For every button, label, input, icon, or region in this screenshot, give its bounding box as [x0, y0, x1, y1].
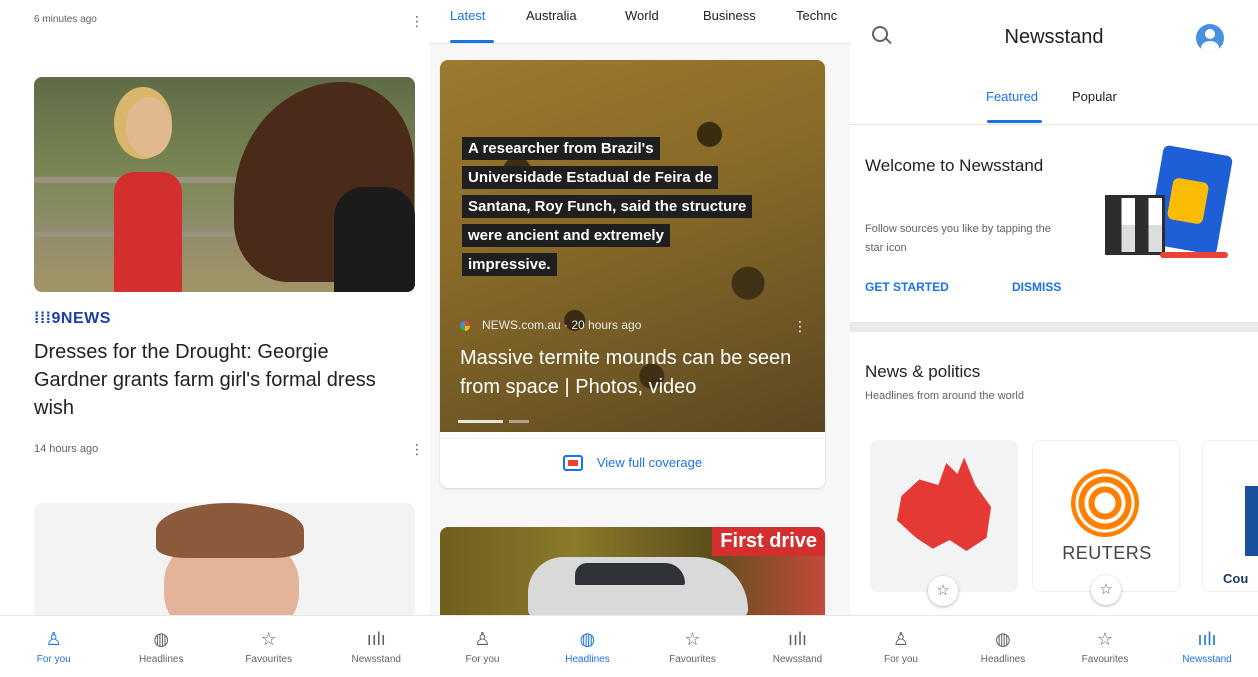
- girl-dress-shape: [114, 172, 182, 292]
- avatar[interactable]: [1196, 24, 1224, 52]
- newsstand-icon: ıılı: [787, 629, 807, 649]
- section-separator: [850, 322, 1258, 332]
- nav-newsstand[interactable]: ıılı Newsstand: [1162, 628, 1252, 665]
- progress-segment: [458, 420, 503, 423]
- nav-favourites[interactable]: ☆ Favourites: [224, 628, 314, 665]
- thumbs-up-illustration: [1166, 177, 1210, 225]
- progress-segment: [509, 420, 529, 423]
- timestamp: 6 minutes ago: [34, 14, 97, 25]
- nav-favourites[interactable]: ☆ Favourites: [648, 628, 738, 665]
- pencil-illustration: [1160, 252, 1228, 258]
- star-icon: ☆: [684, 629, 701, 649]
- source-meta: NEWS.com.au · 20 hours ago: [460, 318, 641, 332]
- quote-overlay: A researcher from Brazil's Universidade …: [462, 134, 807, 279]
- topic-tabs: Latest Australia World Business Technc: [430, 0, 850, 44]
- tab-popular[interactable]: Popular: [1072, 89, 1117, 104]
- more-options-icon[interactable]: ⋮: [410, 442, 424, 456]
- source-card-reuters[interactable]: REUTERS ☆: [1032, 440, 1180, 605]
- car-window-shape: [575, 563, 685, 585]
- welcome-illustration: [1100, 144, 1234, 265]
- timestamp: 14 hours ago: [34, 443, 99, 455]
- source-wordmark: Cou: [1223, 571, 1249, 586]
- quote-line: Santana, Roy Funch, said the structure: [462, 195, 753, 218]
- star-icon: ☆: [260, 629, 277, 649]
- divider: [850, 124, 1258, 125]
- nav-for-you[interactable]: ♙ For you: [9, 628, 99, 665]
- star-icon[interactable]: ☆: [1091, 575, 1121, 605]
- nav-favourites[interactable]: ☆ Favourites: [1060, 628, 1150, 665]
- bottom-navigation: ♙ For you ◍ Headlines ☆ Favourites ıılı …: [430, 615, 850, 677]
- active-tab-indicator: [450, 40, 494, 43]
- nav-headlines[interactable]: ◍ Headlines: [543, 628, 633, 665]
- reuters-wordmark: REUTERS: [1062, 543, 1152, 563]
- nav-for-you[interactable]: ♙ For you: [438, 628, 528, 665]
- quote-line: impressive.: [462, 253, 557, 276]
- newsstand-icon: ıılı: [1197, 629, 1217, 649]
- globe-icon: ◍: [153, 629, 170, 649]
- section-subtitle: Headlines from around the world: [865, 390, 1024, 402]
- active-tab-indicator: [987, 120, 1042, 123]
- newsstand-panel: Newsstand Featured Popular Welcome to Ne…: [850, 0, 1258, 677]
- story-progress: [458, 420, 529, 423]
- reuters-logo-icon: [1071, 469, 1139, 537]
- get-started-button[interactable]: GET STARTED: [865, 280, 949, 294]
- quote-line: were ancient and extremely: [462, 224, 670, 247]
- nav-headlines[interactable]: ◍ Headlines: [116, 628, 206, 665]
- globe-icon: ◍: [579, 629, 596, 649]
- person-icon: ♙: [45, 629, 62, 649]
- welcome-subtitle: Follow sources you like by tapping the s…: [865, 223, 1051, 254]
- dismiss-button[interactable]: DISMISS: [1012, 280, 1061, 294]
- article-image-car[interactable]: First drive: [440, 527, 825, 615]
- quote-line: Universidade Estadual de Feira de: [462, 166, 719, 189]
- quote-line: A researcher from Brazil's: [462, 137, 660, 160]
- source-card-australia[interactable]: ☆: [870, 440, 1018, 606]
- nav-newsstand[interactable]: ıılı Newsstand: [753, 628, 843, 665]
- man-hair-shape: [156, 503, 304, 558]
- article-image-horse[interactable]: [34, 77, 415, 292]
- source-logo-shape: [1245, 486, 1258, 556]
- australia-map-icon: [896, 457, 992, 551]
- tab-australia[interactable]: Australia: [526, 8, 577, 23]
- view-full-coverage-button[interactable]: View full coverage: [440, 438, 825, 486]
- nav-for-you[interactable]: ♙ For you: [856, 628, 946, 665]
- star-icon: ☆: [1096, 629, 1114, 649]
- article-image-man[interactable]: [34, 503, 415, 618]
- crossword-illustration: [1105, 195, 1165, 255]
- newsstand-icon: ıılı: [366, 629, 386, 649]
- tab-latest[interactable]: Latest: [450, 8, 485, 23]
- more-options-icon[interactable]: ⋮: [410, 14, 424, 28]
- person-shape: [334, 187, 415, 292]
- brand-grid-icon: ⁞⁞⁞: [34, 310, 52, 327]
- nav-newsstand[interactable]: ıılı Newsstand: [331, 628, 421, 665]
- star-icon[interactable]: ☆: [928, 576, 958, 606]
- featured-story-card[interactable]: A researcher from Brazil's Universidade …: [440, 60, 825, 488]
- section-title: News & politics: [865, 362, 981, 381]
- more-options-icon[interactable]: ⋮: [793, 318, 807, 335]
- person-icon: ♙: [474, 629, 491, 649]
- source-favicon-icon: [460, 320, 470, 331]
- article-headline[interactable]: Massive termite mounds can be seen from …: [460, 344, 810, 402]
- bottom-navigation: ♙ For you ◍ Headlines ☆ Favourites ıılı …: [0, 615, 430, 677]
- tab-featured[interactable]: Featured: [986, 89, 1038, 104]
- person-icon: ♙: [892, 629, 910, 649]
- full-coverage-icon: [562, 454, 583, 471]
- tab-world[interactable]: World: [625, 8, 659, 23]
- nav-headlines[interactable]: ◍ Headlines: [958, 628, 1048, 665]
- source-logo-9news: ⁞⁞⁞9NEWS: [34, 310, 111, 327]
- first-drive-badge: First drive: [712, 527, 825, 556]
- article-headline[interactable]: Dresses for the Drought: Georgie Gardner…: [34, 338, 404, 422]
- for-you-panel: 6 minutes ago ⋮ ⁞⁞⁞9NEWS Dresses for the…: [0, 0, 430, 677]
- globe-icon: ◍: [995, 629, 1011, 649]
- bottom-navigation: ♙ For you ◍ Headlines ☆ Favourites ıılı …: [850, 615, 1258, 677]
- headlines-panel: Latest Australia World Business Technc A…: [430, 0, 850, 677]
- girl-head-shape: [126, 97, 172, 157]
- welcome-title: Welcome to Newsstand: [865, 156, 1044, 175]
- tab-business[interactable]: Business: [703, 8, 756, 23]
- source-card-courier[interactable]: Cou: [1202, 440, 1258, 592]
- tab-technology[interactable]: Technc: [796, 8, 837, 23]
